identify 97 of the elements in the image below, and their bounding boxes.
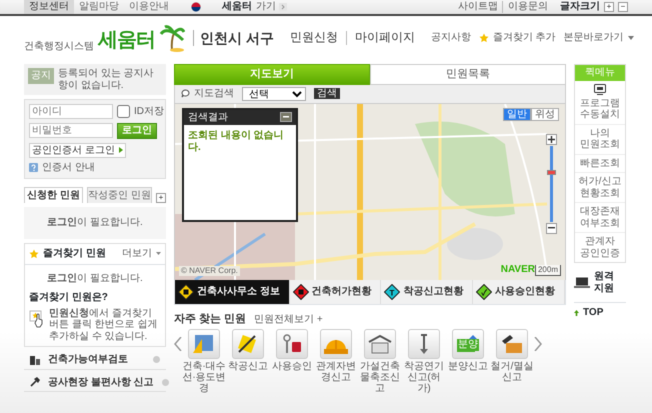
- header-link[interactable]: 공지사항: [430, 32, 471, 44]
- monitor-icon: [594, 84, 606, 94]
- garage-icon: [368, 333, 392, 356]
- zoom-out-button[interactable]: [546, 222, 557, 234]
- chevron-icon: [279, 3, 287, 11]
- category-tab[interactable]: T 착공신고현황: [381, 280, 474, 304]
- top-menu-tab[interactable]: 정보센터: [24, 0, 74, 14]
- notice-badge: 공지: [28, 68, 54, 84]
- slider-thumb[interactable]: [547, 170, 556, 176]
- notice-text: 등록되어 있는 공지사항이 없습니다.: [58, 68, 155, 91]
- top-menu-tab[interactable]: 알림마당: [74, 0, 124, 14]
- laptop-icon: [574, 276, 590, 288]
- id-field[interactable]: 아이디: [29, 104, 113, 119]
- icon-label: 분양: [457, 339, 479, 352]
- civil-service-link[interactable]: 건축·대수선·용도변경: [182, 329, 226, 394]
- quick-menu-link[interactable]: 대장존재 여부조회: [575, 202, 625, 232]
- quick-menu-link[interactable]: 관계자 공인인증: [575, 232, 625, 262]
- help-icon: [29, 163, 38, 172]
- quick-menu-link[interactable]: 프로그램 수동설치: [575, 94, 625, 124]
- category-tab[interactable]: 건축허가현황: [290, 280, 382, 304]
- palm-tree-icon: [159, 24, 185, 52]
- minus-icon: [283, 116, 289, 118]
- more-link[interactable]: 더보기: [122, 248, 161, 260]
- main-tab[interactable]: 민원목록: [370, 64, 566, 85]
- diamond-sign-icon: T: [384, 284, 400, 300]
- quick-menu-link[interactable]: 허가/신고 현황조회: [575, 172, 625, 202]
- login-required-text: 로그인이 필요합니다.: [47, 217, 143, 229]
- shortcut-link[interactable]: 공사현장 불편사항 신고: [24, 374, 166, 392]
- no-results-text: 조회된 내용이 없습니다.: [187, 129, 285, 155]
- checkbox-label: ID저장: [134, 106, 164, 118]
- category-tab[interactable]: 건축사사무소 정보: [175, 280, 290, 304]
- scale-bar: 200m: [534, 265, 561, 276]
- nav-link[interactable]: 마이페이지: [346, 31, 415, 45]
- map-brand: NAVER: [500, 264, 535, 276]
- logo-text: 세움터: [98, 29, 155, 52]
- region-title: 인천시 서구: [193, 30, 274, 46]
- view-all-link[interactable]: 민원전체보기 +: [254, 314, 323, 326]
- search-button[interactable]: 검색: [314, 88, 340, 100]
- bricks-icon: [500, 333, 524, 356]
- site-link[interactable]: 세움터 가기: [222, 1, 276, 13]
- password-field[interactable]: 비밀번호: [29, 123, 113, 138]
- top-link[interactable]: TOP: [574, 302, 626, 318]
- civil-service-link[interactable]: 철거/멸실신고: [490, 329, 534, 384]
- quick-menu-link[interactable]: 빠른조회: [575, 154, 625, 172]
- speech-bubble-icon: [181, 89, 190, 98]
- panel-title: 검색결과: [188, 112, 228, 124]
- star-icon: [478, 33, 489, 43]
- minimize-button[interactable]: [280, 112, 292, 122]
- diamond-sign-icon: ✓: [476, 284, 492, 300]
- logo-subtitle: 건축행정시스템: [24, 40, 94, 52]
- civil-tab[interactable]: 작성중인 민원: [87, 186, 152, 203]
- shortcut-link[interactable]: 건축가능여부검토: [24, 351, 166, 370]
- chevron-icon: [118, 147, 123, 154]
- font-size-button[interactable]: +: [604, 2, 614, 12]
- section-title: 자주 찾는 민원: [174, 312, 246, 326]
- font-size-button[interactable]: −: [618, 2, 628, 12]
- plus-icon: [548, 136, 555, 143]
- ruler-icon: [192, 333, 216, 356]
- quick-menu-link[interactable]: 나의 민원조회: [575, 124, 625, 154]
- save-id-checkbox[interactable]: [117, 105, 130, 118]
- help-text: 민원신청에서 즐겨찾기버튼 클릭 한번으로 쉽게 추가하실 수 있습니다.: [49, 308, 158, 342]
- add-button[interactable]: +: [156, 193, 166, 203]
- nav-link[interactable]: 민원신청: [290, 31, 338, 45]
- civil-service-link[interactable]: 착공연기신고(허가): [402, 329, 446, 394]
- star-icon: [29, 248, 39, 259]
- utility-link[interactable]: 이용문의: [502, 1, 548, 13]
- zoom-in-button[interactable]: [546, 134, 557, 145]
- civil-tab[interactable]: 신청한 민원: [24, 186, 84, 203]
- zoom-slider[interactable]: [550, 146, 553, 222]
- favorites-title: 즐겨찾기 민원: [43, 248, 106, 260]
- map-type-button[interactable]: 위성: [531, 108, 559, 122]
- minus-icon: [548, 227, 555, 230]
- header-link[interactable]: 본문바로가기: [564, 32, 634, 44]
- certificate-login-button[interactable]: 공인인증서 로그인: [29, 142, 126, 158]
- help-title: 즐겨찾기 민원은?: [28, 292, 109, 304]
- certificate-guide-link[interactable]: 인증서 안내: [29, 162, 95, 174]
- category-tab[interactable]: ✓ 사용승인현황: [473, 280, 566, 304]
- hammer-icon: [30, 377, 40, 388]
- header-link[interactable]: 즐겨찾기 추가: [478, 32, 556, 44]
- map-search-label: 지도검색: [181, 88, 234, 100]
- remote-support-link[interactable]: 원격 지원: [574, 271, 626, 294]
- font-size-label: 글자크기: [560, 1, 600, 13]
- civil-service-link[interactable]: 관계자변경신고: [314, 329, 358, 384]
- pointer-hand-icon: [29, 308, 45, 328]
- copyright-text: © NAVER Corp.: [179, 266, 240, 276]
- building-icon: [30, 354, 40, 365]
- up-arrow-icon: [574, 310, 579, 316]
- civil-service-link[interactable]: 가설건축물축조신고: [358, 329, 402, 394]
- top-menu-tab[interactable]: 이용안내: [124, 0, 174, 14]
- login-required-text: 로그인이 필요합니다.: [46, 272, 144, 286]
- caret-icon: [628, 36, 634, 40]
- utility-link[interactable]: 사이트맵: [458, 1, 498, 13]
- quick-menu-title: 퀵메뉴: [575, 65, 625, 80]
- region-select[interactable]: 선택: [242, 86, 306, 101]
- emblem-icon: [190, 2, 202, 12]
- caret-icon: [156, 252, 161, 256]
- map-type-button[interactable]: 일반: [503, 108, 531, 122]
